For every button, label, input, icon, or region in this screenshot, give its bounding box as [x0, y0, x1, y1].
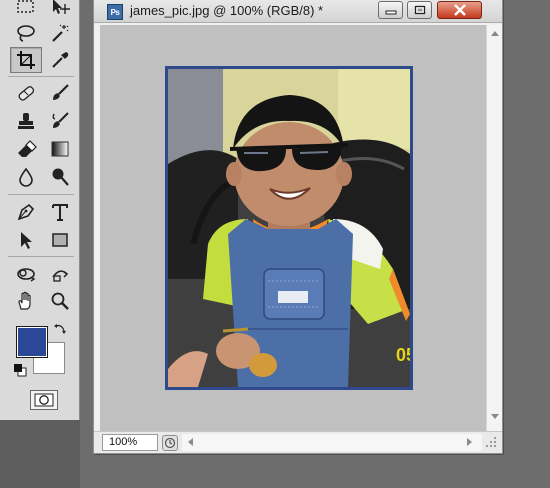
scroll-left-icon — [188, 438, 193, 446]
toolbar-divider — [8, 194, 74, 195]
stamp-icon — [18, 113, 34, 129]
zoom-level-field[interactable]: 100% — [102, 434, 158, 451]
date-stamp-text: 05 — [396, 345, 410, 365]
scroll-up-icon — [491, 31, 499, 36]
blur-drop-icon — [19, 167, 33, 187]
restore-button[interactable] — [407, 1, 432, 19]
toolbar-divider — [8, 256, 74, 257]
scroll-right-icon — [467, 438, 472, 446]
hand-tool[interactable] — [10, 288, 42, 314]
document-title: james_pic.jpg @ 100% (RGB/8) * — [130, 3, 324, 18]
type-icon — [52, 204, 68, 221]
horizontal-scrollbar[interactable] — [182, 434, 482, 451]
crop-tool[interactable] — [10, 47, 42, 73]
lasso-icon — [17, 25, 35, 42]
brush-icon — [53, 84, 69, 100]
rectangular-marquee-icon — [17, 0, 34, 13]
quick-mask-icon — [34, 393, 54, 407]
quick-mask-button[interactable] — [30, 390, 58, 410]
eyedropper-icon — [52, 52, 69, 68]
scroll-right-button[interactable] — [462, 434, 478, 450]
lasso-tool[interactable] — [10, 20, 42, 46]
3d-rotate-icon — [17, 268, 36, 282]
3d-rotate-tool[interactable] — [10, 261, 42, 287]
restore-icon — [414, 5, 425, 15]
dodge-icon — [52, 168, 69, 186]
document-image[interactable]: 05 — [168, 69, 410, 387]
default-colors-icon[interactable] — [13, 363, 27, 377]
history-brush-icon — [52, 112, 69, 128]
pen-tool[interactable] — [10, 199, 42, 225]
tools-panel — [0, 0, 80, 488]
healing-brush-icon — [18, 86, 35, 101]
canvas-area[interactable]: 05 — [100, 25, 486, 431]
toolbar-empty-area — [0, 420, 80, 488]
close-button[interactable] — [437, 1, 482, 19]
photoshop-app-icon: Ps — [107, 4, 123, 20]
scroll-left-button[interactable] — [182, 434, 198, 450]
scroll-down-button[interactable] — [487, 409, 503, 425]
gradient-icon — [51, 141, 69, 157]
rectangle-tool[interactable] — [44, 227, 76, 253]
close-icon — [453, 4, 466, 16]
status-menu-button[interactable] — [162, 435, 178, 451]
document-title-bar[interactable]: Ps james_pic.jpg @ 100% (RGB/8) * — [94, 0, 502, 23]
type-tool[interactable] — [44, 199, 76, 225]
crop-icon — [17, 51, 35, 69]
magic-wand-icon — [52, 24, 69, 42]
swap-colors-icon[interactable] — [53, 322, 67, 336]
minimize-icon — [385, 10, 396, 15]
eraser-tool[interactable] — [10, 136, 42, 162]
spot-healing-brush-tool[interactable] — [10, 80, 42, 106]
rectangle-shape-icon — [52, 233, 68, 247]
blur-tool[interactable] — [10, 164, 42, 190]
dodge-tool[interactable] — [44, 164, 76, 190]
path-selection-tool[interactable] — [10, 227, 42, 253]
minimize-button[interactable] — [378, 1, 403, 19]
status-info-icon — [164, 437, 176, 449]
path-selection-arrow-icon — [21, 232, 32, 249]
foreground-color-swatch[interactable] — [16, 326, 48, 358]
zoom-icon — [51, 292, 69, 310]
move-icon — [53, 0, 70, 14]
rectangular-marquee-tool[interactable] — [10, 0, 42, 20]
vertical-scrollbar[interactable] — [486, 25, 502, 431]
scroll-up-button[interactable] — [487, 25, 503, 41]
gradient-tool[interactable] — [44, 136, 76, 162]
history-brush-tool[interactable] — [44, 108, 76, 134]
magic-wand-tool[interactable] — [44, 20, 76, 46]
scroll-down-icon — [491, 414, 499, 419]
zoom-tool[interactable] — [44, 288, 76, 314]
status-bar: 100% — [94, 431, 502, 453]
pen-icon — [17, 203, 35, 221]
eyedropper-tool[interactable] — [44, 47, 76, 73]
clone-stamp-tool[interactable] — [10, 108, 42, 134]
3d-orbit-tool[interactable] — [44, 261, 76, 287]
child-photo-illustration: 05 — [168, 69, 410, 387]
toolbar-divider — [8, 76, 74, 77]
image-frame: 05 — [165, 66, 413, 390]
eraser-icon — [18, 140, 37, 157]
resize-grip-icon[interactable] — [484, 435, 498, 449]
move-tool[interactable] — [44, 0, 76, 20]
document-window: Ps james_pic.jpg @ 100% (RGB/8) * 0 100% — [93, 0, 503, 454]
3d-orbit-icon — [52, 270, 69, 282]
hand-icon — [18, 291, 31, 310]
brush-tool[interactable] — [44, 80, 76, 106]
